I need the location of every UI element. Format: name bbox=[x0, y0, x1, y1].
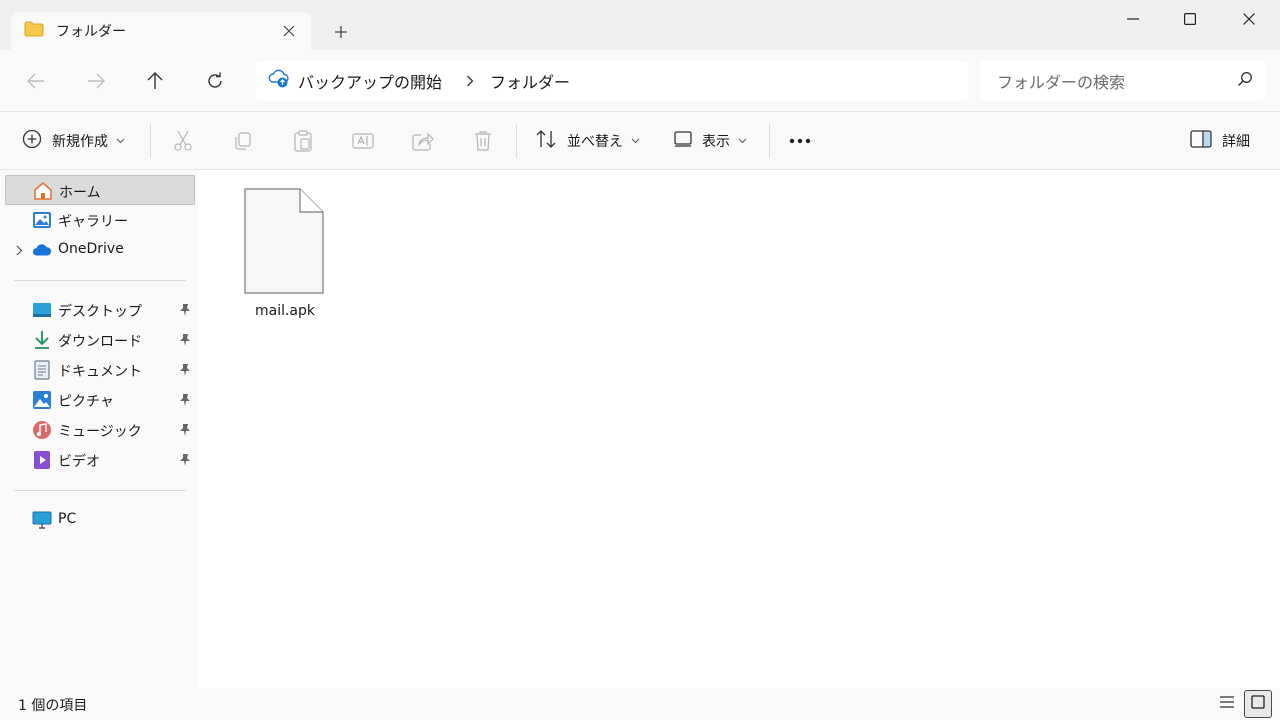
music-icon bbox=[32, 420, 52, 440]
chevron-down-icon bbox=[631, 138, 640, 144]
breadcrumb-folder[interactable]: フォルダー bbox=[490, 69, 570, 93]
close-window-button[interactable] bbox=[1219, 0, 1279, 38]
breadcrumb-backup[interactable]: バックアップの開始 bbox=[298, 69, 442, 93]
chevron-right-icon[interactable] bbox=[13, 243, 25, 257]
sidebar-item-desktop[interactable]: デスクトップ bbox=[5, 295, 195, 325]
file-icon bbox=[244, 188, 324, 298]
sidebar-item-downloads[interactable]: ダウンロード bbox=[5, 325, 195, 355]
pin-icon[interactable] bbox=[178, 422, 192, 438]
search-input[interactable]: フォルダーの検索 bbox=[997, 69, 1237, 93]
copy-icon[interactable] bbox=[231, 129, 255, 153]
sidebar-item-label: ギャラリー bbox=[58, 214, 128, 230]
paste-icon[interactable] bbox=[291, 129, 315, 153]
sidebar-item-gallery[interactable]: ギャラリー bbox=[5, 205, 195, 235]
file-list[interactable]: mail.apk bbox=[198, 170, 1280, 688]
pin-icon[interactable] bbox=[178, 362, 192, 378]
sidebar-item-label: PC bbox=[58, 511, 77, 527]
new-button[interactable]: 新規作成 bbox=[22, 124, 125, 158]
list-view-icon bbox=[1219, 695, 1235, 713]
new-button-label: 新規作成 bbox=[52, 134, 108, 150]
item-count: 1 個の項目 bbox=[18, 698, 88, 714]
tiles-view-icon bbox=[1251, 695, 1265, 713]
large-icons-view-button[interactable] bbox=[1244, 690, 1272, 718]
gallery-icon bbox=[32, 210, 52, 230]
sidebar-item-music[interactable]: ミュージック bbox=[5, 415, 195, 445]
address-bar[interactable]: バックアップの開始 フォルダー bbox=[256, 61, 968, 101]
search-box[interactable]: フォルダーの検索 bbox=[980, 61, 1265, 101]
sidebar-item-label: ピクチャ bbox=[58, 394, 114, 410]
folder-icon bbox=[24, 21, 44, 41]
title-bar: フォルダー bbox=[0, 0, 1280, 50]
view-icon bbox=[674, 131, 692, 151]
sidebar-item-documents[interactable]: ドキュメント bbox=[5, 355, 195, 385]
videos-icon bbox=[32, 450, 52, 470]
refresh-button[interactable] bbox=[197, 64, 233, 98]
command-bar: 新規作成 並べ替え 表示 詳細 bbox=[0, 112, 1280, 170]
pin-icon[interactable] bbox=[178, 332, 192, 348]
onedrive-icon bbox=[32, 240, 52, 260]
search-icon[interactable] bbox=[1237, 71, 1253, 91]
tab-label: フォルダー bbox=[56, 24, 126, 40]
chevron-down-icon bbox=[116, 138, 125, 144]
pin-icon[interactable] bbox=[178, 452, 192, 468]
share-icon[interactable] bbox=[411, 129, 435, 153]
minimize-button[interactable] bbox=[1103, 0, 1163, 38]
chevron-down-icon bbox=[738, 138, 747, 144]
new-tab-button[interactable] bbox=[326, 18, 356, 46]
details-button-label: 詳細 bbox=[1222, 134, 1250, 150]
tab-folder[interactable]: フォルダー bbox=[11, 12, 311, 50]
sidebar-item-home[interactable]: ホーム bbox=[5, 175, 195, 205]
sidebar-item-label: OneDrive bbox=[58, 241, 124, 257]
sidebar-item-label: ダウンロード bbox=[58, 334, 142, 350]
cut-icon[interactable] bbox=[171, 129, 195, 153]
sidebar-divider bbox=[14, 280, 186, 281]
toolbar-divider bbox=[150, 124, 151, 158]
pin-icon[interactable] bbox=[178, 392, 192, 408]
details-pane-icon bbox=[1190, 130, 1212, 152]
pin-icon[interactable] bbox=[178, 302, 192, 318]
sidebar-item-label: ホーム bbox=[59, 185, 101, 201]
chevron-right-icon bbox=[466, 75, 474, 87]
view-button[interactable]: 表示 bbox=[674, 124, 747, 158]
home-icon bbox=[33, 181, 53, 201]
view-button-label: 表示 bbox=[702, 134, 730, 150]
sidebar-item-label: ミュージック bbox=[58, 424, 142, 440]
navigation-pane: ホーム ギャラリー OneDrive デスクトップ ダウンロード ドキュメント … bbox=[0, 170, 198, 688]
pictures-icon bbox=[32, 390, 52, 410]
sidebar-item-label: ビデオ bbox=[58, 454, 100, 470]
details-button[interactable]: 詳細 bbox=[1190, 124, 1250, 158]
sidebar-item-pc[interactable]: PC bbox=[5, 505, 195, 535]
address-row: バックアップの開始 フォルダー フォルダーの検索 bbox=[0, 50, 1280, 112]
maximize-button[interactable] bbox=[1160, 0, 1220, 38]
forward-button[interactable] bbox=[78, 64, 114, 98]
toolbar-divider bbox=[769, 124, 770, 158]
sidebar-item-pictures[interactable]: ピクチャ bbox=[5, 385, 195, 415]
download-icon bbox=[32, 330, 52, 350]
more-options-icon[interactable] bbox=[788, 129, 812, 153]
sort-button-label: 並べ替え bbox=[567, 134, 623, 150]
details-view-button[interactable] bbox=[1213, 690, 1241, 718]
sidebar-item-label: ドキュメント bbox=[58, 364, 142, 380]
toolbar-divider bbox=[516, 124, 517, 158]
pc-icon bbox=[32, 510, 52, 530]
sidebar-divider bbox=[14, 490, 186, 491]
documents-icon bbox=[32, 360, 52, 380]
sort-button[interactable]: 並べ替え bbox=[535, 124, 640, 158]
sidebar-item-videos[interactable]: ビデオ bbox=[5, 445, 195, 475]
file-name: mail.apk bbox=[254, 303, 316, 319]
status-bar: 1 個の項目 bbox=[0, 688, 1280, 720]
sidebar-item-label: デスクトップ bbox=[58, 304, 142, 320]
sort-icon bbox=[535, 129, 557, 153]
sidebar-item-onedrive[interactable]: OneDrive bbox=[5, 235, 195, 265]
add-circle-icon bbox=[22, 129, 42, 153]
cloud-backup-icon bbox=[268, 69, 290, 93]
back-button[interactable] bbox=[18, 64, 54, 98]
rename-icon[interactable] bbox=[351, 129, 375, 153]
up-button[interactable] bbox=[137, 64, 173, 98]
delete-icon[interactable] bbox=[471, 129, 495, 153]
desktop-icon bbox=[32, 300, 52, 320]
close-tab-icon[interactable] bbox=[275, 17, 303, 45]
